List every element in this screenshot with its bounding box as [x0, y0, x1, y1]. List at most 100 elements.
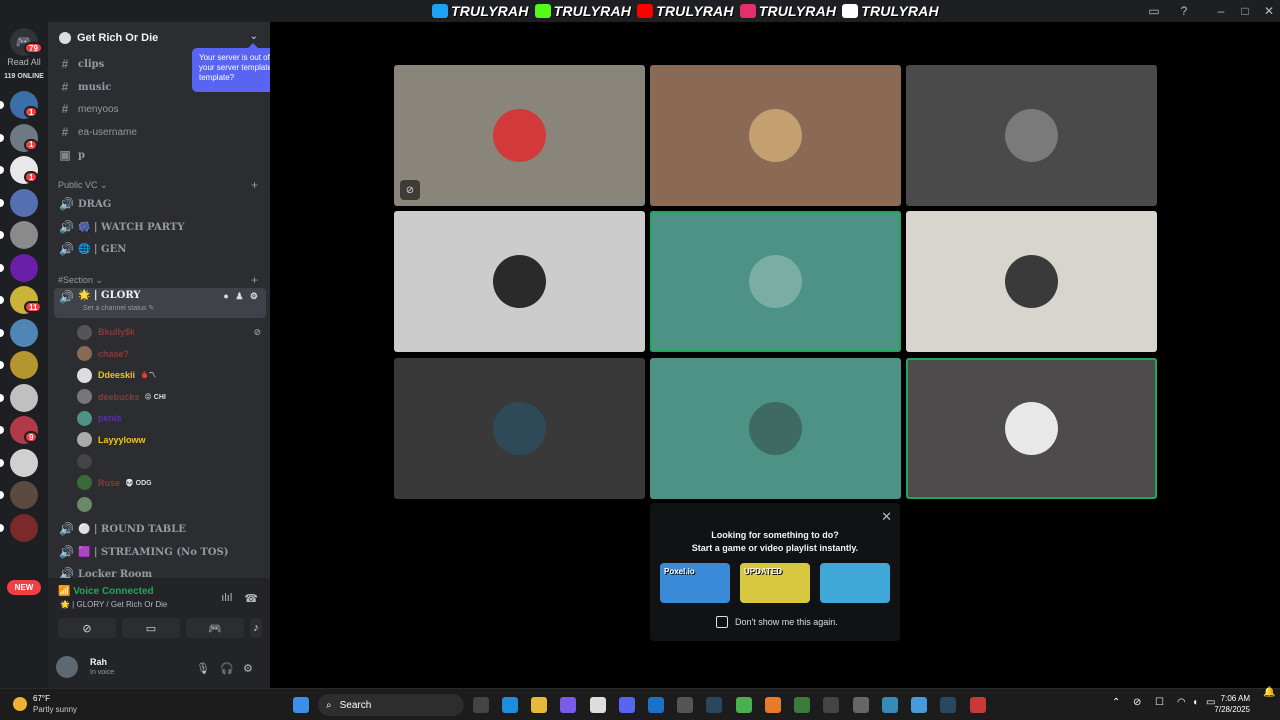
voice-connected-label[interactable]: 📶 Voice Connected — [58, 586, 154, 597]
file-explorer-icon[interactable] — [531, 697, 547, 713]
soundboard-button[interactable]: ♪ — [250, 618, 262, 638]
server-icon[interactable] — [10, 481, 38, 509]
voice-channel-drag[interactable]: 🔊 DRAG — [54, 194, 266, 214]
weather-condition[interactable]: Partly sunny — [33, 705, 77, 714]
volume-icon[interactable]: ◖ — [1192, 697, 1198, 708]
voice-channel-gen[interactable]: 🔊 🌐 | GEN — [54, 239, 266, 259]
voice-member[interactable]: penis — [77, 408, 267, 428]
voice-member[interactable]: Layyyloww — [77, 430, 267, 450]
start-icon[interactable] — [293, 697, 309, 713]
chevron-up-icon[interactable]: ⌃ — [1112, 697, 1120, 708]
close-icon[interactable]: ✕ — [881, 509, 892, 525]
todo-icon[interactable] — [590, 697, 606, 713]
game-tile-poxel[interactable]: Poxel.io — [660, 563, 730, 603]
app-icon[interactable] — [794, 697, 810, 713]
channel-p[interactable]: ▣ p — [54, 145, 266, 165]
gear-icon[interactable]: ⚙ — [243, 662, 253, 675]
close-window-button[interactable]: ✕ — [1260, 3, 1278, 19]
voice-member[interactable]: Ddeeskii 🩸〽 — [77, 365, 267, 385]
steam-icon[interactable] — [706, 697, 722, 713]
help-icon[interactable]: ? — [1175, 3, 1193, 19]
app-tray-icon[interactable]: ☐ — [1155, 697, 1164, 708]
voice-member[interactable] — [77, 451, 267, 471]
discord-taskbar-icon[interactable] — [619, 697, 635, 713]
activity-button[interactable]: 🎮 — [186, 618, 244, 638]
notification-icon[interactable]: 🔔 — [1263, 687, 1275, 698]
minimize-button[interactable]: – — [1212, 3, 1230, 19]
chrome-icon[interactable] — [736, 697, 752, 713]
server-icon[interactable] — [10, 383, 38, 412]
participant-tile[interactable] — [394, 358, 645, 499]
avatar[interactable] — [56, 656, 78, 678]
participant-tile[interactable] — [650, 211, 901, 352]
weather-temp[interactable]: 67°F — [33, 694, 50, 703]
read-all-button[interactable]: Read All — [0, 57, 48, 67]
invite-icon[interactable]: ♟ — [235, 291, 245, 301]
game-tile-3[interactable] — [820, 563, 890, 603]
chat-icon[interactable]: ● — [223, 291, 230, 301]
category-section[interactable]: #Section ⌄ + — [58, 273, 264, 287]
dont-show-label[interactable]: Don't show me this again. — [735, 617, 838, 627]
app-tray-icon[interactable]: ⊘ — [1133, 697, 1141, 708]
brand-handle: TRULYRAH — [739, 3, 837, 19]
voice-member[interactable]: chase? — [77, 344, 267, 364]
voice-member[interactable]: deebucks 😡 CHI — [77, 387, 267, 407]
participant-tile[interactable] — [906, 211, 1157, 352]
search-box[interactable]: ⌕ Search — [318, 694, 464, 716]
maximize-button[interactable]: □ — [1236, 3, 1254, 19]
screen-share-button[interactable]: ▭ — [122, 618, 180, 638]
game-tile-updated[interactable]: UPDATED — [740, 563, 810, 603]
app-icon[interactable] — [677, 697, 693, 713]
noise-suppression-icon[interactable]: ılıl — [221, 592, 232, 605]
server-icon[interactable] — [10, 221, 38, 249]
microphone-icon[interactable]: 🎙 — [196, 662, 210, 675]
copilot-icon[interactable] — [560, 697, 576, 713]
server-icon[interactable] — [10, 318, 38, 347]
voice-member[interactable]: Bkully$k ⊘ — [77, 322, 267, 342]
app-icon[interactable] — [853, 697, 869, 713]
voice-member[interactable] — [77, 494, 267, 514]
category-public-vc[interactable]: Public VC ⌄ + — [58, 178, 264, 192]
clock[interactable]: 7:06 AM 7/28/2025 — [1214, 693, 1250, 715]
camera-off-button[interactable]: ⊘ — [58, 618, 116, 638]
app-icon[interactable] — [911, 697, 927, 713]
participant-tile[interactable]: ⊘ — [394, 65, 645, 206]
inbox-icon[interactable]: ▭ — [1145, 3, 1163, 19]
disconnect-icon[interactable]: ☎ — [244, 592, 258, 605]
participant-tile[interactable] — [394, 211, 645, 352]
add-channel-icon[interactable]: + — [251, 178, 258, 192]
gear-icon[interactable]: ⚙ — [250, 291, 260, 301]
voice-location[interactable]: 🌟 | GLORY / Get Rich Or Die — [60, 600, 167, 609]
app-icon[interactable] — [882, 697, 898, 713]
home-button[interactable]: 🎮 79 — [10, 28, 43, 56]
dont-show-checkbox[interactable] — [716, 616, 728, 628]
channel-ea-username[interactable]: # ea-username — [54, 122, 266, 142]
server-icon[interactable] — [10, 351, 38, 379]
app-icon[interactable] — [823, 697, 839, 713]
weather-icon[interactable] — [13, 697, 27, 711]
voice-member[interactable]: Ruse 💀 ODG — [77, 473, 267, 493]
edge-icon[interactable] — [502, 697, 518, 713]
voice-channel-streaming[interactable]: 🔊 🟪 | STREAMING (No TOS) — [54, 542, 266, 562]
headphones-icon[interactable]: 🎧 — [220, 662, 234, 675]
voice-channel-glory[interactable]: 🔊 🌟 | GLORY Set a channel status ✎ ● ♟ ⚙ — [54, 288, 266, 318]
steam-icon[interactable] — [940, 697, 956, 713]
server-icon[interactable] — [10, 513, 38, 542]
task-view-icon[interactable] — [473, 697, 489, 713]
channel-menyoos[interactable]: # menyoos — [54, 99, 266, 119]
voice-channel-watch-party[interactable]: 🔊 🎆 | WATCH PARTY — [54, 217, 266, 237]
participant-tile[interactable] — [650, 65, 901, 206]
app-icon[interactable] — [765, 697, 781, 713]
participant-tile[interactable] — [906, 65, 1157, 206]
participant-tile[interactable] — [650, 358, 901, 499]
voice-channel-round-table[interactable]: 🔊 ⚪ | ROUND TABLE — [54, 519, 266, 539]
wifi-icon[interactable]: ◠ — [1177, 697, 1186, 708]
participant-tile[interactable] — [906, 358, 1157, 499]
channel-status[interactable]: Set a channel status ✎ — [83, 304, 154, 312]
server-icon[interactable] — [10, 188, 38, 217]
outlook-icon[interactable] — [648, 697, 664, 713]
server-icon[interactable] — [10, 253, 38, 282]
add-channel-icon[interactable]: + — [251, 273, 258, 287]
server-icon[interactable] — [10, 448, 38, 477]
winrar-icon[interactable] — [970, 697, 986, 713]
